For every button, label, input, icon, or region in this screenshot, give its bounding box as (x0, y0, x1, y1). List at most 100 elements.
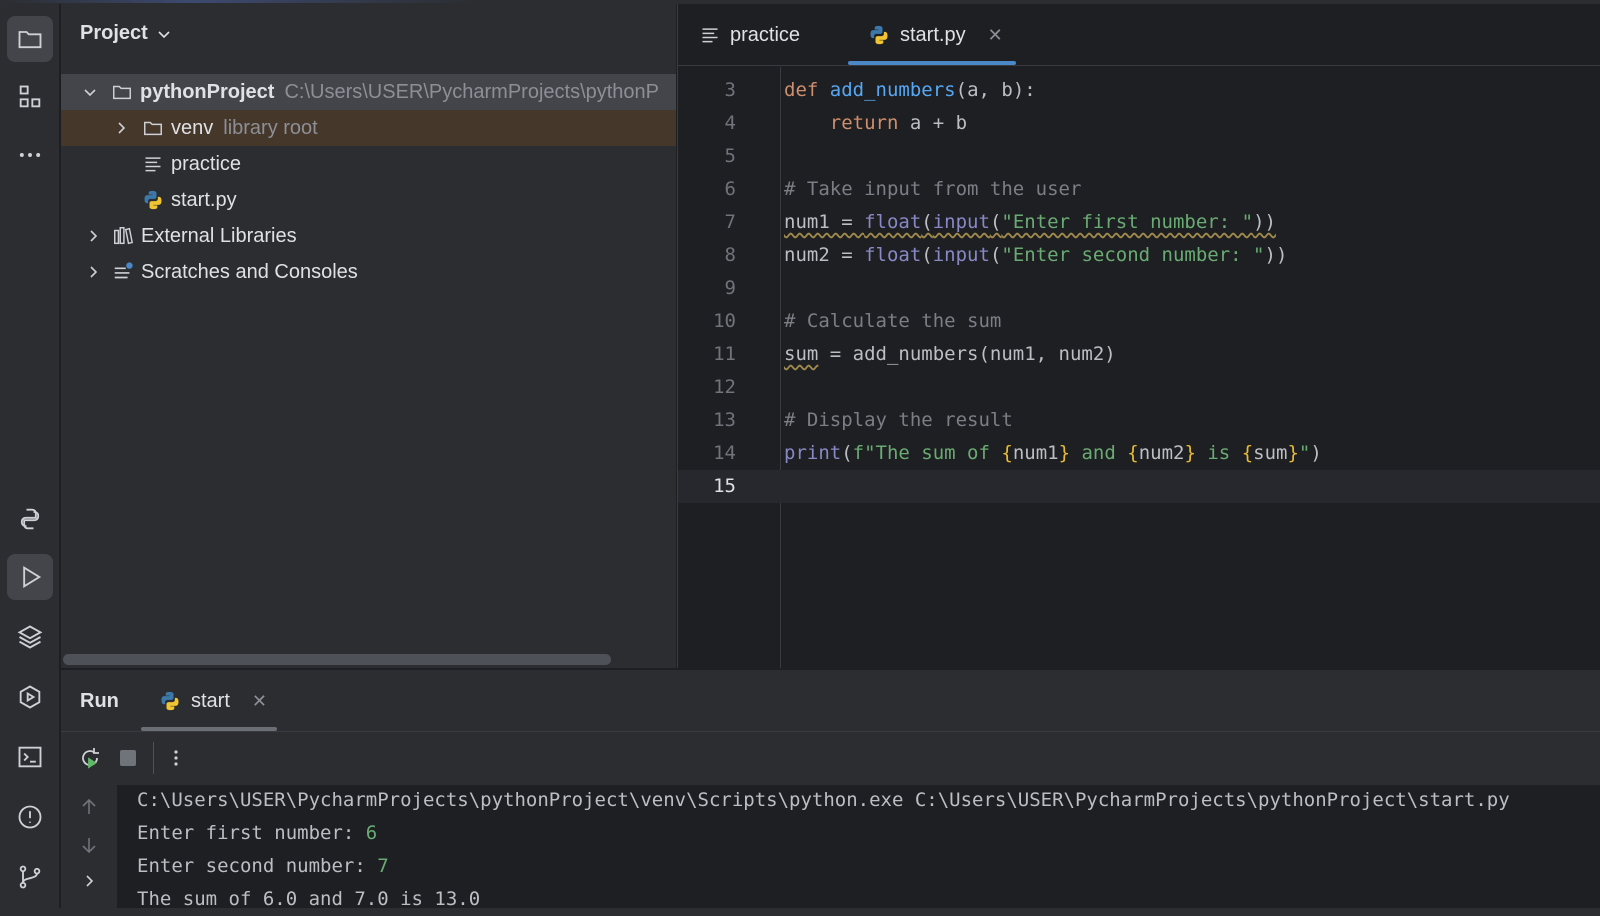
python-console-button[interactable] (7, 496, 53, 542)
more-icon (19, 153, 41, 157)
code-line[interactable]: 12 (678, 371, 1600, 404)
python-packages-button[interactable] (7, 614, 53, 660)
chevron-right-icon[interactable] (111, 118, 131, 138)
tool-window-bar (0, 4, 60, 916)
console-user-input: 6 (365, 822, 378, 844)
title-accent (0, 0, 480, 3)
active-tab-indicator (848, 61, 1016, 65)
tab-start-py[interactable]: start.py ✕ (868, 4, 1003, 66)
library-root-label: library root (223, 116, 318, 139)
code-line[interactable]: 4 return a + b (678, 107, 1600, 140)
project-panel-header[interactable]: Project (80, 22, 172, 45)
more-tools-button[interactable] (7, 132, 53, 178)
line-number: 11 (713, 343, 736, 365)
close-icon[interactable]: ✕ (988, 25, 1003, 46)
line-number: 3 (724, 79, 736, 101)
code-line[interactable]: 6 # Take input from the user (678, 173, 1600, 206)
tab-label: start.py (900, 23, 966, 46)
chevron-right-icon[interactable] (83, 226, 103, 246)
rerun-button[interactable] (77, 745, 103, 771)
scratches-icon (111, 260, 135, 284)
tree-item-label: start.py (171, 188, 237, 211)
chevron-down-icon[interactable] (80, 82, 100, 102)
structure-tool-button[interactable] (7, 74, 53, 120)
git-tool-button[interactable] (7, 854, 53, 900)
python-file-icon (870, 25, 888, 45)
code-line[interactable]: 14 print(f"The sum of {num1} and {num2} i… (678, 437, 1600, 470)
services-tool-button[interactable] (7, 674, 53, 720)
text-file-icon (141, 152, 165, 176)
arrow-up-icon[interactable] (79, 797, 99, 817)
code-line[interactable]: 11 sum = add_numbers(num1, num2) (678, 338, 1600, 371)
code-comment: # Display the result (784, 409, 1013, 431)
structure-icon (19, 85, 41, 108)
code-line[interactable]: 3 def add_numbers(a, b): (678, 74, 1600, 107)
run-tab-start[interactable]: start ✕ (159, 670, 267, 732)
line-number: 14 (713, 442, 736, 464)
tab-practice[interactable]: practice (700, 4, 800, 66)
console-user-input: 7 (377, 855, 389, 877)
code-line[interactable]: 13 # Display the result (678, 404, 1600, 437)
editor-tab-bar: practice start.py ✕ (678, 4, 1600, 66)
tree-item-venv[interactable]: venv library root (61, 110, 676, 146)
line-number: 6 (724, 178, 736, 200)
line-number: 9 (724, 277, 736, 299)
problems-tool-button[interactable] (7, 794, 53, 840)
code-line-current[interactable]: 15 (678, 470, 1600, 503)
console-line: Enter second number: 7 (137, 855, 389, 877)
terminal-icon (18, 746, 42, 768)
line-number: 15 (713, 475, 736, 497)
git-branch-icon (19, 865, 41, 889)
tree-item-start-py[interactable]: start.py (61, 182, 676, 218)
run-tool-button[interactable] (7, 554, 53, 600)
stop-button[interactable] (115, 745, 141, 771)
tree-item-label: practice (171, 152, 242, 175)
run-toolbar (61, 732, 1600, 784)
python-console-icon (20, 508, 40, 530)
tree-item-scratches[interactable]: Scratches and Consoles (61, 254, 676, 290)
project-tool-button[interactable] (7, 16, 53, 62)
horizontal-scrollbar[interactable] (63, 654, 611, 665)
tree-item-external-libraries[interactable]: External Libraries (61, 218, 676, 254)
run-tab-label: start (191, 689, 230, 712)
terminal-tool-button[interactable] (7, 734, 53, 780)
code-line[interactable]: 10 # Calculate the sum (678, 305, 1600, 338)
tree-item-practice[interactable]: practice (61, 146, 676, 182)
console-output[interactable]: C:\Users\USER\PycharmProjects\pythonProj… (61, 785, 1600, 916)
status-bar-strip (0, 908, 1600, 916)
tree-item-pythonproject[interactable]: pythonProject C:\Users\USER\PycharmProje… (61, 74, 676, 110)
code-line[interactable]: 9 (678, 272, 1600, 305)
line-number: 5 (724, 145, 736, 167)
tree-item-label: pythonProject (140, 80, 275, 103)
services-icon (19, 685, 41, 709)
python-file-icon (141, 188, 165, 212)
tree-item-path: C:\Users\USER\PycharmProjects\pythonP (284, 80, 660, 103)
python-file-icon (161, 691, 179, 711)
folder-icon (110, 80, 134, 104)
close-icon[interactable]: ✕ (252, 691, 267, 712)
code-line[interactable]: 7 num1 = float(input("Enter first number:… (678, 206, 1600, 239)
tree-item-label: Scratches and Consoles (141, 260, 358, 283)
project-panel: Project pythonProject C:\Users\USER\Pych… (61, 4, 676, 668)
code-line[interactable]: 8 num2 = float(input("Enter second number… (678, 239, 1600, 272)
code-comment: # Take input from the user (784, 178, 1082, 200)
console-prompt: Enter second number: (137, 855, 378, 877)
more-options-button[interactable] (163, 745, 189, 771)
console-prompt: Enter first number: (137, 822, 366, 844)
chevron-right-icon[interactable] (81, 873, 97, 889)
run-panel-title: Run (80, 690, 119, 712)
arrow-down-icon[interactable] (79, 835, 99, 855)
console-result-line: The sum of 6.0 and 7.0 is 13.0 (137, 888, 481, 910)
tree-item-label: venv (171, 116, 214, 139)
run-icon (23, 565, 42, 589)
layers-icon (17, 625, 43, 649)
code-line[interactable]: 5 (678, 140, 1600, 173)
line-number: 12 (713, 376, 736, 398)
chevron-down-icon (158, 30, 170, 38)
line-number: 7 (724, 211, 736, 233)
line-number: 8 (724, 244, 736, 266)
active-tab-indicator (141, 727, 277, 731)
tab-label: practice (730, 23, 801, 46)
text-file-icon (702, 28, 718, 43)
chevron-right-icon[interactable] (83, 262, 103, 282)
